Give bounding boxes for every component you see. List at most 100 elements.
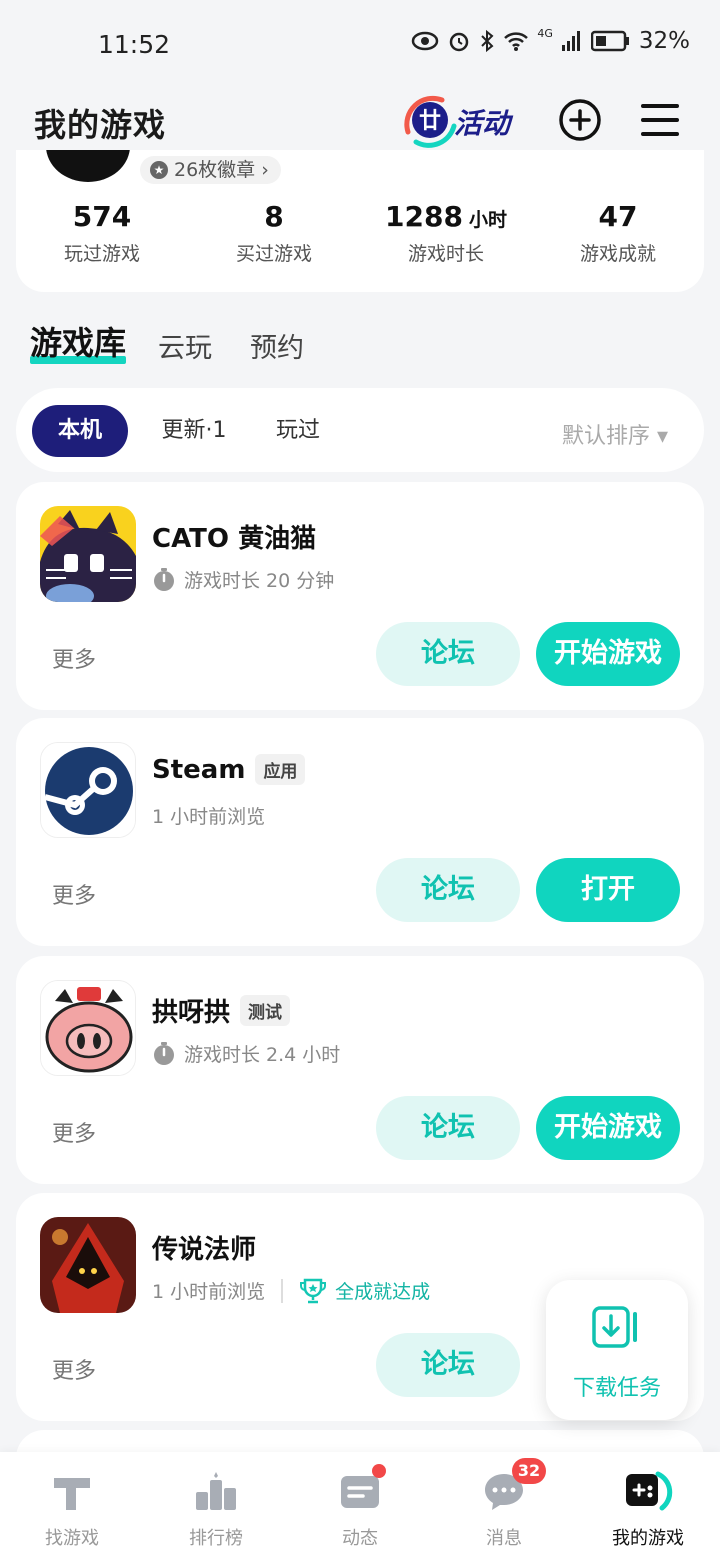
svg-text:廿: 廿 (419, 109, 441, 134)
game-icon-gongyagong[interactable] (40, 980, 136, 1076)
game-icon-legend-mage[interactable] (40, 1217, 136, 1313)
badge-count-chip[interactable]: ★ 26枚徽章 › (140, 156, 281, 184)
app-tag: 应用 (255, 754, 306, 785)
stat-value: 8 (264, 200, 284, 233)
stopwatch-icon (154, 567, 174, 591)
battery-percent: 32% (638, 28, 690, 54)
activity-button[interactable]: 廿 活动 (402, 92, 524, 148)
game-card-gongyagong[interactable]: 拱呀拱 测试 游戏时长 2.4 小时 更多 论坛 开始游戏 (16, 956, 704, 1184)
more-button[interactable]: 更多 (52, 878, 96, 910)
filter-updates[interactable]: 更新·1 (144, 405, 244, 457)
signal-icon (561, 31, 580, 51)
game-playtime: 游戏时长 20 分钟 (184, 570, 335, 592)
stat-bought-games[interactable]: 8 买过游戏 (188, 200, 360, 266)
stat-unit: 小时 (468, 209, 507, 231)
nav-label: 排行榜 (189, 1528, 243, 1549)
filter-played[interactable]: 玩过 (262, 405, 334, 457)
plus-circle-icon[interactable] (558, 98, 602, 142)
steam-icon (41, 743, 135, 837)
forum-button[interactable]: 论坛 (376, 1096, 520, 1160)
cato-cat-icon (40, 506, 136, 602)
game-title: CATO 黄油猫 (152, 524, 317, 554)
more-button[interactable]: 更多 (52, 1116, 96, 1148)
more-button[interactable]: 更多 (52, 642, 96, 674)
sort-dropdown[interactable]: 默认排序 ▾ (562, 418, 668, 450)
stat-label: 游戏时长 (407, 243, 484, 265)
download-task-button[interactable]: 下载任务 (546, 1280, 688, 1420)
stat-achievements[interactable]: 47 游戏成就 (532, 200, 704, 266)
game-icon-cato[interactable] (40, 506, 136, 602)
filter-bar: 本机 更新·1 玩过 默认排序 ▾ (16, 388, 704, 472)
forum-button[interactable]: 论坛 (376, 622, 520, 686)
profile-stats-card: ★ 26枚徽章 › 574 玩过游戏 8 买过游戏 1288 小时 游戏时长 47… (16, 150, 704, 292)
bluetooth-icon (481, 29, 494, 53)
stat-label: 买过游戏 (235, 243, 312, 265)
status-time: 11:52 (98, 30, 171, 59)
leaderboard-icon (196, 1472, 236, 1510)
page-title: 我的游戏 (34, 106, 167, 144)
open-button[interactable]: 打开 (536, 858, 680, 922)
tab-game-library[interactable]: 游戏库 (30, 318, 127, 364)
nav-my-games[interactable]: 我的游戏 (576, 1452, 720, 1560)
start-game-button[interactable]: 开始游戏 (536, 622, 680, 686)
tab-cloud-play[interactable]: 云玩 (158, 326, 212, 365)
more-button[interactable]: 更多 (52, 1353, 96, 1385)
game-title: 拱呀拱 (152, 998, 231, 1028)
start-game-button[interactable]: 开始游戏 (536, 1096, 680, 1160)
game-title: Steam (152, 754, 246, 785)
nav-label: 消息 (486, 1528, 522, 1549)
filter-local[interactable]: 本机 (32, 405, 128, 457)
alarm-icon (450, 32, 469, 52)
battery-icon (590, 30, 629, 52)
nav-feed[interactable]: 动态 (288, 1452, 432, 1560)
nav-messages[interactable]: 32 消息 (432, 1452, 576, 1560)
divider (281, 1278, 284, 1303)
hamburger-menu-icon[interactable] (640, 102, 680, 138)
nav-label: 动态 (342, 1528, 378, 1549)
find-game-icon (54, 1478, 90, 1510)
nav-label: 我的游戏 (612, 1528, 684, 1549)
status-bar: 11:52 4G 32% (0, 0, 720, 88)
stat-label: 玩过游戏 (63, 243, 140, 265)
achievement-status: 全成就达成 (335, 1281, 431, 1303)
forum-button[interactable]: 论坛 (376, 858, 520, 922)
badge-count-label: 26枚徽章 › (174, 159, 269, 181)
nav-label: 找游戏 (45, 1528, 99, 1549)
star-icon: ★ (150, 161, 168, 179)
trophy-icon (300, 1278, 327, 1303)
unread-count-badge: 32 (512, 1458, 546, 1484)
game-playtime: 游戏时长 2.4 小时 (184, 1044, 341, 1066)
network-type: 4G (537, 26, 553, 40)
eye-icon (412, 31, 439, 51)
mage-icon (40, 1217, 136, 1313)
forum-button[interactable]: 论坛 (376, 1333, 520, 1397)
game-icon-steam[interactable] (40, 742, 136, 838)
game-title: 传说法师 (152, 1235, 257, 1265)
nav-find-game[interactable]: 找游戏 (0, 1452, 144, 1560)
stat-play-time[interactable]: 1288 小时 游戏时长 (360, 200, 532, 266)
wifi-icon (504, 32, 529, 51)
bottom-nav: 找游戏 排行榜 动态 32 消息 我的游戏 (0, 1452, 720, 1560)
beta-tag: 测试 (240, 995, 291, 1026)
download-icon (592, 1306, 637, 1348)
activity-label: 活动 (454, 107, 511, 140)
download-task-label: 下载任务 (572, 1376, 661, 1401)
last-viewed: 1 小时前浏览 (152, 806, 266, 828)
notification-dot (372, 1464, 386, 1478)
status-icons: 4G 32% (411, 26, 690, 54)
my-games-icon (626, 1471, 673, 1511)
stat-label: 游戏成就 (579, 243, 656, 265)
activity-logo-icon: 廿 (404, 95, 457, 148)
last-viewed: 1 小时前浏览 (152, 1281, 266, 1303)
game-card-cato[interactable]: CATO 黄油猫 游戏时长 20 分钟 更多 论坛 开始游戏 (16, 482, 704, 710)
nav-leaderboard[interactable]: 排行榜 (144, 1452, 288, 1560)
stat-value: 47 (598, 200, 638, 233)
tab-reservation[interactable]: 预约 (250, 326, 304, 365)
avatar[interactable] (46, 150, 130, 182)
stat-value: 574 (72, 200, 132, 233)
pig-face-icon (41, 981, 135, 1075)
game-card-steam[interactable]: Steam 应用 1 小时前浏览 更多 论坛 打开 (16, 718, 704, 946)
stat-value: 1288 (385, 200, 463, 233)
stat-played-games[interactable]: 574 玩过游戏 (16, 200, 188, 266)
stopwatch-icon (154, 1041, 174, 1065)
